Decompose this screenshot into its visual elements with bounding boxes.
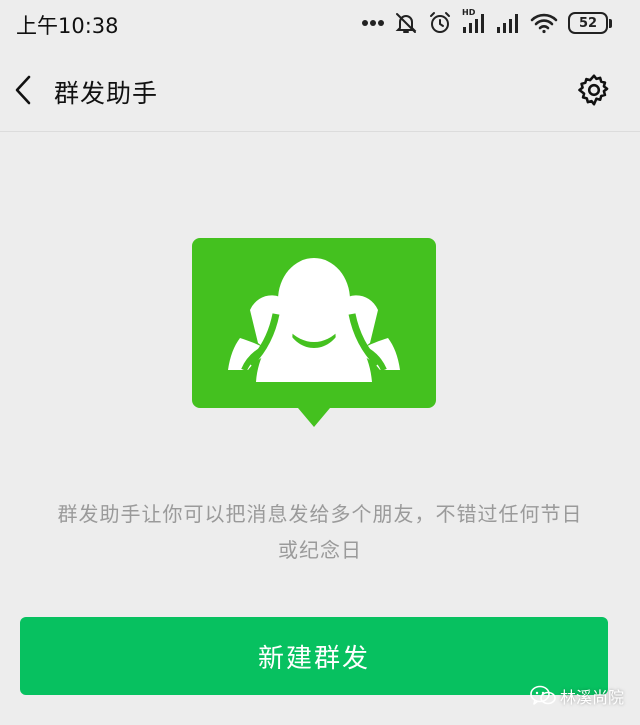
network-label: HD xyxy=(462,8,476,17)
nav-divider xyxy=(0,131,640,132)
status-time: 上午10:38 xyxy=(16,14,119,38)
wifi-icon xyxy=(530,12,558,34)
page-title: 群发助手 xyxy=(54,79,159,108)
notifications-off-icon xyxy=(394,11,418,35)
chevron-left-icon xyxy=(15,75,31,105)
nav-bar: 群发助手 xyxy=(0,46,640,132)
hd-signal-icon: HD xyxy=(462,8,486,34)
back-button[interactable] xyxy=(6,68,40,112)
gear-icon xyxy=(578,74,609,106)
wechat-icon xyxy=(530,685,556,705)
description-line-1: 群发助手让你可以把消息发给多个朋友，不错过任何节日 xyxy=(57,502,583,526)
status-icons: HD 52 xyxy=(362,8,612,37)
alarm-icon xyxy=(428,11,452,35)
description-line-2: 或纪念日 xyxy=(278,538,362,562)
status-bar: 上午10:38 HD 52 xyxy=(0,0,640,46)
settings-button[interactable] xyxy=(576,72,612,108)
battery-level: 52 xyxy=(568,12,608,34)
signal-icon xyxy=(496,12,520,34)
new-broadcast-button[interactable]: 新建群发 xyxy=(20,617,608,695)
watermark: 林溪尚院 xyxy=(530,684,624,708)
group-chat-icon xyxy=(192,238,436,428)
more-dots-icon xyxy=(362,19,384,27)
battery-icon: 52 xyxy=(568,12,612,34)
description-text: 群发助手让你可以把消息发给多个朋友，不错过任何节日 或纪念日 xyxy=(20,496,620,568)
watermark-text: 林溪尚院 xyxy=(559,688,624,707)
